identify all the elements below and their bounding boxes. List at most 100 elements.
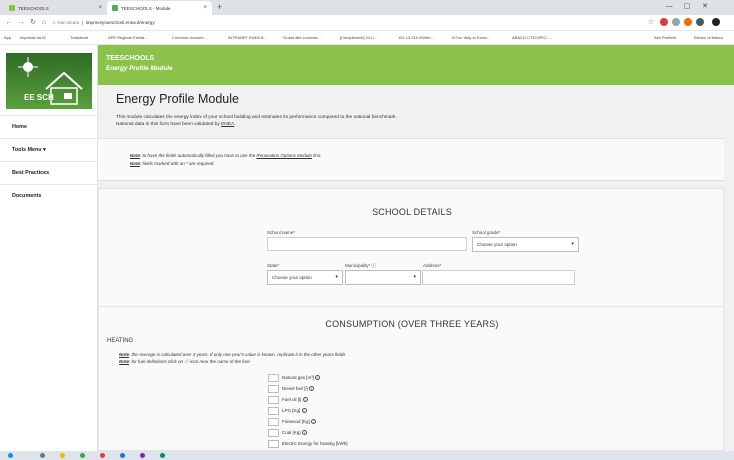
taskbar-app-icon[interactable] — [160, 453, 165, 458]
bookmark-item[interactable]: INTRANET ENEA B... — [228, 35, 267, 41]
state-select[interactable]: Choose your option ▾ — [267, 270, 343, 285]
bookmark-item[interactable]: Traduttore — [70, 35, 88, 41]
forward-icon[interactable]: → — [16, 18, 26, 28]
fuel-checkbox[interactable] — [268, 384, 279, 393]
renovation-options-link[interactable]: Renovation Options Module — [256, 153, 312, 158]
address-label: Address* — [423, 263, 442, 268]
municipality-select[interactable]: ▾ — [345, 270, 421, 285]
sidebar-item-best-practices[interactable]: Best Practices — [0, 161, 98, 184]
info-icon[interactable]: i — [301, 430, 307, 436]
close-window-button[interactable]: ✕ — [696, 2, 714, 12]
close-tab-icon[interactable]: × — [98, 5, 102, 11]
brand-subtitle: Energy Profile Module — [106, 65, 173, 72]
consumption-card: CONSUMPTION (OVER THREE YEARS) HEATING N… — [98, 306, 724, 451]
bookmark-item[interactable]: Altri Preferiti — [654, 35, 676, 41]
browser-toolbar: ← → ↻ ⌂ ⚠ Non sicuro | improveyourschool… — [0, 15, 734, 31]
bookmark-item[interactable]: ABACO CTICOPIO -... — [512, 35, 552, 41]
site-favicon-icon — [9, 5, 15, 11]
note-line: Note: for fuel definitions click on ⓘ ic… — [119, 359, 250, 364]
app-logo[interactable]: EE SCH — [6, 53, 92, 109]
intro-line: This module calculates the energy index … — [116, 115, 397, 120]
reload-icon[interactable]: ↻ — [28, 18, 38, 28]
os-taskbar — [0, 451, 734, 460]
notes-card: Note: to have the fields automatically f… — [98, 138, 724, 181]
fuel-checkbox[interactable] — [268, 428, 279, 437]
info-icon[interactable]: i — [311, 419, 317, 425]
school-name-input[interactable] — [267, 237, 467, 251]
browser-tab-active[interactable]: TEESCHOOLS - Module × — [107, 1, 212, 15]
extensions-puzzle-icon[interactable] — [696, 18, 704, 26]
info-icon[interactable]: i — [302, 397, 308, 403]
chevron-down-icon: ▾ — [413, 274, 416, 280]
fuel-row-diesel: Diesel fuel [l] i — [268, 384, 315, 393]
start-icon[interactable] — [8, 453, 13, 458]
fuel-row-fuel-oil: Fuel oil [l] i — [268, 395, 308, 404]
fuel-row-coal: Coal [Kg] i — [268, 428, 307, 437]
security-indicator[interactable]: ⚠ Non sicuro — [52, 20, 79, 25]
school-grade-select[interactable]: Choose your option ▾ — [472, 237, 579, 252]
tab-title: TEESCHOOLS — [18, 5, 49, 11]
maximize-button[interactable]: ▢ — [678, 2, 696, 12]
bookmark-item[interactable]: [Complimenti] 24 C... — [340, 35, 377, 41]
sidebar-menu: Home Tools Menu ▾ Best Practices Documen… — [0, 115, 98, 207]
taskbar-app-icon[interactable] — [60, 453, 65, 458]
fuel-checkbox[interactable] — [268, 406, 279, 415]
fuel-row-firewood: Firewood [Kg] i — [268, 417, 317, 426]
address-bar[interactable]: ⚠ Non sicuro | improveyourschool.enea.it… — [52, 18, 155, 28]
sidebar-item-documents[interactable]: Documents — [0, 184, 98, 207]
fuel-checkbox[interactable] — [268, 373, 279, 382]
page-title: Energy Profile Module — [116, 92, 239, 106]
bookmark-item[interactable]: Common docume... — [172, 35, 207, 41]
sidebar-item-tools-menu[interactable]: Tools Menu ▾ — [0, 138, 98, 161]
taskbar-app-icon[interactable] — [40, 453, 45, 458]
bookmark-item[interactable]: "Guida alle conness... — [282, 35, 321, 41]
sidebar-item-home[interactable]: Home — [0, 115, 98, 138]
home-icon[interactable]: ⌂ — [39, 18, 49, 28]
extension-icon[interactable] — [684, 18, 692, 26]
fuel-checkbox[interactable] — [268, 395, 279, 404]
heating-heading: HEATING — [107, 338, 134, 344]
url-text: improveyourschool.enea.it/energy — [85, 20, 155, 25]
taskbar-app-icon[interactable] — [80, 453, 85, 458]
taskbar-app-icon[interactable] — [100, 453, 105, 458]
enea-link[interactable]: ENEA — [221, 122, 234, 127]
fuel-checkbox[interactable] — [268, 417, 279, 426]
bookmark-item[interactable]: APE Regione Emilia... — [108, 35, 147, 41]
app-header: TEESCHOOLS Energy Profile Module — [0, 45, 734, 85]
browser-tab[interactable]: TEESCHOOLS × — [4, 1, 107, 15]
taskbar-app-icon[interactable] — [140, 453, 145, 458]
bookmarks-bar: App Importati da IE Traduttore APE Regio… — [0, 31, 734, 45]
info-icon[interactable]: i — [301, 408, 307, 414]
bookmark-item[interactable]: A Fun Way to Exerc... — [452, 35, 491, 41]
close-tab-icon[interactable]: × — [203, 5, 207, 11]
new-tab-button[interactable]: + — [217, 1, 222, 14]
back-icon[interactable]: ← — [4, 18, 14, 28]
note-line: Note: to have the fields automatically f… — [130, 153, 322, 158]
school-grade-label: School grade* — [472, 230, 501, 235]
bookmark-item[interactable]: App — [4, 35, 11, 41]
profile-avatar[interactable] — [712, 18, 720, 26]
bookmark-star-icon[interactable]: ☆ — [646, 18, 656, 28]
section-title: SCHOOL DETAILS — [372, 207, 452, 217]
note-line: Note: fields marked with an * are requir… — [130, 161, 215, 166]
state-label: State* — [267, 263, 280, 268]
fuel-row-natural-gas: Natural gas [m³] i — [268, 373, 321, 382]
minimize-button[interactable]: — — [660, 2, 678, 12]
extension-icon[interactable] — [672, 18, 680, 26]
site-favicon-icon — [112, 5, 118, 11]
address-input[interactable] — [422, 270, 575, 285]
taskbar-app-icon[interactable] — [120, 453, 125, 458]
section-title: CONSUMPTION (OVER THREE YEARS) — [325, 319, 499, 329]
info-icon[interactable]: i — [315, 375, 321, 381]
intro-line: National data in this form have been val… — [116, 122, 236, 127]
intro-text: This module calculates the energy index … — [116, 114, 397, 128]
fuel-checkbox[interactable] — [268, 439, 279, 448]
browser-tab-bar: TEESCHOOLS × TEESCHOOLS - Module × + — ▢ ✕ — [0, 0, 734, 15]
info-icon[interactable]: i — [309, 386, 315, 392]
extension-icon[interactable] — [660, 18, 668, 26]
fuel-row-electric: Electric Energy for heating [kWh] — [268, 439, 348, 448]
bookmark-item[interactable]: 151.13.210.5/Web... — [398, 35, 434, 41]
bookmark-item[interactable]: Importati da IE — [20, 35, 46, 41]
bookmark-item[interactable]: Elenco di lettura — [694, 35, 723, 41]
screen: TEESCHOOLS × TEESCHOOLS - Module × + — ▢ ✕… — [0, 0, 734, 460]
